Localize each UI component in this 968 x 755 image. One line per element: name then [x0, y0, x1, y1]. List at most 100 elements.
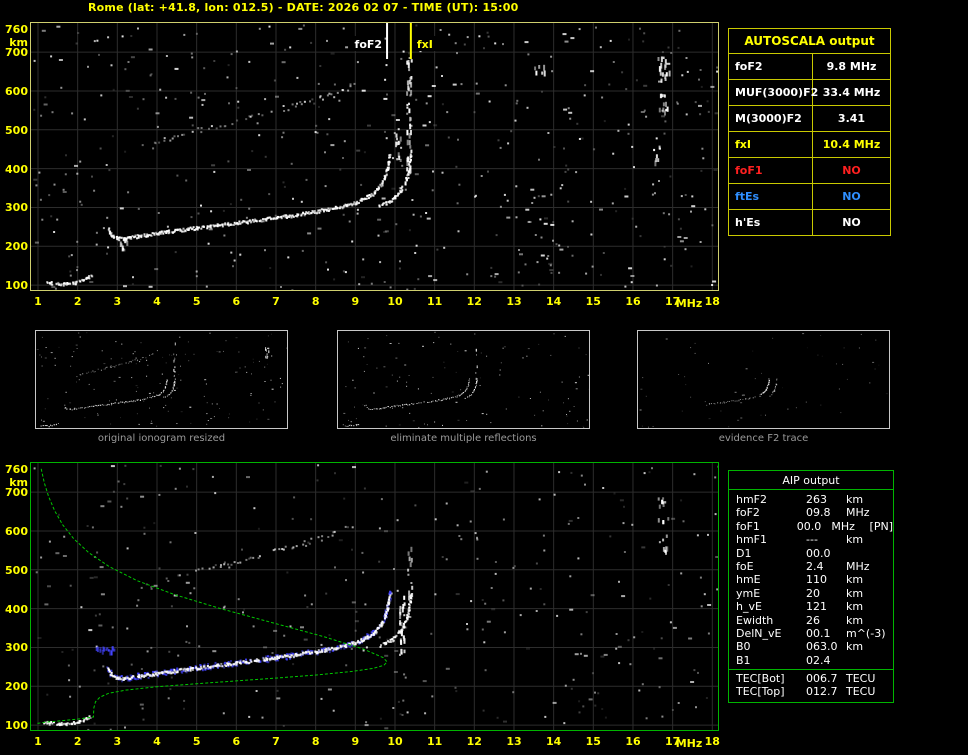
x-axis-tick-label: 14 — [545, 295, 562, 308]
thumbnail-original-canvas — [36, 332, 287, 428]
x-axis-tick-label: 13 — [506, 735, 522, 748]
aip-parameter-unit: km — [846, 640, 864, 654]
aip-parameter-unit: MHz — [831, 519, 855, 533]
y-axis-tick-label: 600 — [5, 84, 28, 98]
aip-parameter-unit: MHz — [846, 559, 870, 573]
aip-parameter-unit: MHz — [846, 506, 870, 520]
autoscala-parameter-label: MUF(3000)F2 — [729, 80, 818, 105]
aip-parameter-unit: km — [846, 533, 864, 547]
y-axis-tick-label: 700 — [5, 486, 28, 500]
x-axis-tick-label: 12 — [466, 735, 482, 748]
aip-parameter-value: 00.1 — [806, 626, 831, 640]
y-axis-tick-label: 200 — [5, 240, 28, 254]
y-axis-tick-label: 200 — [5, 680, 28, 694]
aip-parameter-label: foE — [736, 559, 754, 573]
aip-parameter-unit: km — [846, 600, 864, 614]
autoscala-parameter-value: NO — [842, 190, 861, 203]
x-axis-unit-label: MHz — [675, 737, 703, 750]
aip-row: foE 2.4 MHz — [729, 560, 893, 573]
autoscala-parameter-label: foF2 — [729, 54, 813, 79]
autoscala-parameter-label: foF1 — [729, 158, 813, 183]
aip-parameter-value: 063.0 — [806, 640, 838, 654]
x-axis-tick-label: 3 — [113, 295, 122, 308]
aip-table-body: hmF2 263 km foF2 09.8 MHz foF1 00.0 MHz [PN] hmF1-… — [729, 493, 893, 667]
aip-parameter-unit — [846, 654, 890, 667]
aip-parameter-value: 20 — [806, 586, 820, 600]
x-axis-tick-label: 13 — [506, 295, 522, 308]
aip-parameter-note: [PN] — [869, 519, 893, 533]
autoscala-row: M(3000)F2 3.41 — [729, 105, 890, 131]
y-axis-tick-label: 400 — [5, 602, 28, 616]
autoscala-parameter-value: 33.4 MHz — [822, 86, 881, 99]
aip-parameter-value: 263 — [806, 493, 827, 506]
svg-text:fxI: fxI — [417, 38, 433, 51]
thumbnail-reflections-canvas — [342, 331, 589, 428]
aip-parameter-label: foF2 — [736, 506, 760, 520]
x-axis-tick-label: 18 — [704, 295, 720, 308]
x-axis-tick-label: 1 — [34, 295, 42, 308]
aip-parameter-label: B1 — [736, 653, 751, 667]
aip-row: hmE 110 km — [729, 573, 893, 586]
aip-row: D1 00.0 — [729, 547, 893, 560]
aip-parameter-unit: km — [846, 493, 864, 506]
autoscala-parameter-value: 3.41 — [837, 112, 866, 125]
y-axis-tick-label: 760 — [5, 462, 28, 476]
x-axis-tick-label: 9 — [351, 295, 360, 308]
aip-parameter-unit: km — [846, 613, 864, 627]
autoscala-parameter-value: 9.8 MHz — [826, 60, 877, 73]
x-axis-tick-label: 7 — [272, 735, 280, 748]
aip-parameter-label: h_vE — [736, 600, 762, 614]
y-axis-unit-label: km — [9, 476, 28, 489]
thumbnail-caption-f2: evidence F2 trace — [718, 433, 809, 444]
x-axis-unit-label: MHz — [675, 297, 703, 310]
autoscala-parameter-label: ftEs — [729, 184, 813, 209]
autoscala-window: Rome (lat: +41.8, lon: 012.5) - DATE: 20… — [0, 0, 968, 755]
x-axis-tick-label: 4 — [153, 295, 161, 308]
y-axis-unit-label: km — [9, 36, 28, 49]
autoscala-parameter-value: NO — [842, 216, 861, 229]
thumbnail-original-ionogram — [35, 330, 288, 429]
autoscala-row: fxI 10.4 MHz — [729, 131, 890, 157]
aip-row: hmF1 --- km — [729, 533, 893, 546]
y-axis-tick-label: 100 — [5, 719, 28, 733]
y-axis-tick-label: 300 — [5, 641, 28, 655]
aip-parameter-label: DelN_vE — [736, 626, 782, 640]
autoscala-parameter-value: NO — [842, 164, 861, 177]
autoscala-table-title: AUTOSCALA output — [744, 34, 875, 48]
restored-ionogram-plot — [30, 462, 719, 731]
y-axis-tick-label: 100 — [5, 279, 28, 293]
autoscala-parameter-label: M(3000)F2 — [729, 106, 813, 131]
aip-row: Ewidth 26 km — [729, 614, 893, 627]
x-axis-tick-label: 10 — [387, 295, 403, 308]
aip-parameter-unit: km — [846, 573, 864, 587]
x-axis-tick-label: 2 — [73, 735, 82, 748]
aip-table-title: AIP output — [729, 471, 893, 490]
aip-parameter-value: 006.7 — [806, 672, 838, 686]
x-axis-tick-label: 9 — [351, 735, 360, 748]
aip-parameter-unit: TECU — [846, 685, 876, 699]
aip-parameter-value: 09.8 — [806, 506, 831, 520]
aip-parameter-label: TEC[Top] — [736, 685, 785, 699]
aip-parameter-value: 26 — [806, 613, 820, 627]
x-axis-tick-label: 15 — [585, 735, 601, 748]
aip-row: h_vE 121 km — [729, 600, 893, 613]
x-axis-tick-label: 5 — [192, 735, 201, 748]
x-axis-tick-label: 7 — [272, 295, 280, 308]
aip-parameter-value: 02.4 — [806, 653, 831, 667]
restored-ionogram-canvas — [31, 463, 718, 730]
aip-parameter-label: hmE — [736, 573, 761, 587]
thumbnail-multiple-reflections-removed — [337, 330, 590, 429]
x-axis-tick-label: 10 — [387, 735, 403, 748]
x-axis-tick-label: 17 — [664, 735, 681, 748]
aip-row: ymE 20 km — [729, 587, 893, 600]
aip-parameter-label: hmF1 — [736, 533, 768, 547]
aip-parameter-label: D1 — [736, 546, 752, 560]
autoscala-row: ftEs NO — [729, 183, 890, 209]
aip-output-table: AIP output hmF2 263 km foF2 09.8 MHz foF1 00.0 M… — [728, 470, 894, 703]
y-axis-tick-label: 400 — [5, 162, 28, 176]
x-axis-tick-label: 15 — [585, 295, 601, 308]
autoscala-row: h'Es NO — [729, 209, 890, 235]
x-axis-tick-label: 11 — [426, 295, 443, 308]
x-axis-tick-label: 6 — [232, 295, 241, 308]
x-axis-tick-label: 16 — [625, 295, 641, 308]
